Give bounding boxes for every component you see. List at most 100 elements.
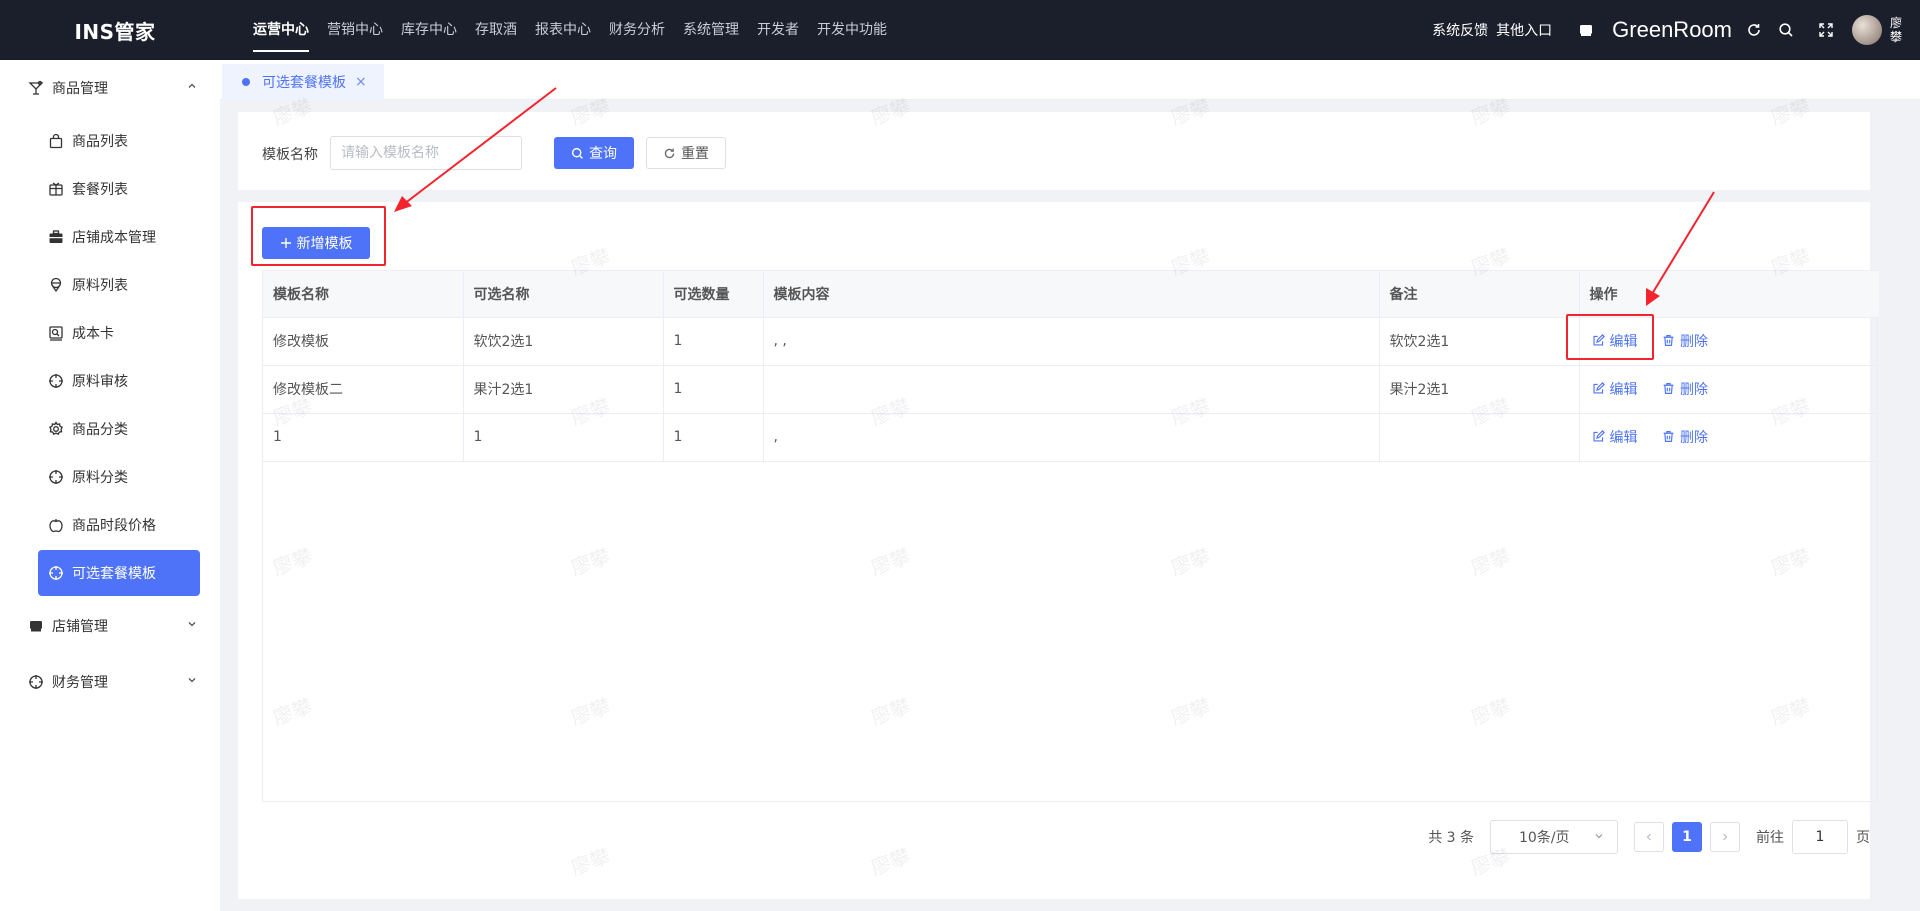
sidebar-item-label: 商品分类 bbox=[72, 422, 128, 438]
close-icon[interactable]: × bbox=[355, 74, 367, 90]
gift-box-icon bbox=[48, 181, 64, 197]
cell-template-name: 修改模板二 bbox=[263, 365, 464, 414]
table-row: 修改模板二 果汁2选1 1 果汁2选1 编辑 删除 bbox=[263, 365, 1879, 414]
goto-page-input[interactable] bbox=[1792, 820, 1848, 854]
chevron-up-icon bbox=[186, 80, 198, 96]
table-header-row: 模板名称 可选名称 可选数量 模板内容 备注 操作 bbox=[263, 271, 1879, 318]
query-button-label: 查询 bbox=[589, 146, 617, 162]
sidebar-item-store-cost-management[interactable]: 店铺成本管理 bbox=[38, 214, 200, 260]
sidebar-item-product-category[interactable]: 商品分类 bbox=[38, 406, 200, 452]
cell-actions: 编辑 删除 bbox=[1579, 413, 1879, 462]
cell-option-name: 软饮2选1 bbox=[463, 317, 664, 366]
sidebar-item-material-list[interactable]: 原料列表 bbox=[38, 262, 200, 308]
search-icon bbox=[571, 147, 584, 160]
topnav-item-in-development[interactable]: 开发中功能 bbox=[808, 0, 896, 60]
sidebar-item-label: 原料分类 bbox=[72, 470, 128, 486]
sidebar-group-store-management[interactable]: 店铺管理 bbox=[0, 598, 220, 654]
target-icon bbox=[48, 565, 64, 581]
search-icon[interactable] bbox=[1766, 10, 1806, 50]
topnav-item-system[interactable]: 系统管理 bbox=[674, 0, 748, 60]
delete-label: 删除 bbox=[1679, 381, 1708, 398]
column-header-option-name: 可选名称 bbox=[463, 271, 664, 318]
edit-icon bbox=[1592, 382, 1605, 395]
page-size-value: 10条/页 bbox=[1519, 830, 1570, 846]
reset-button[interactable]: 重置 bbox=[646, 137, 726, 169]
reset-button-label: 重置 bbox=[681, 146, 709, 162]
refresh-icon bbox=[663, 147, 676, 160]
sidebar-item-time-price[interactable]: 商品时段价格 bbox=[38, 502, 200, 548]
sidebar-item-cost-card[interactable]: 成本卡 bbox=[38, 310, 200, 356]
refresh-icon[interactable] bbox=[1742, 10, 1766, 50]
edit-label: 编辑 bbox=[1609, 333, 1638, 350]
sidebar-group-finance-management[interactable]: 财务管理 bbox=[0, 654, 220, 710]
topnav-item-operations[interactable]: 运营中心 bbox=[244, 0, 318, 60]
sidebar-group-label: 商品管理 bbox=[52, 81, 108, 97]
topnav-item-developer[interactable]: 开发者 bbox=[748, 0, 808, 60]
fullscreen-icon[interactable] bbox=[1806, 10, 1846, 50]
feedback-link[interactable]: 系统反馈 bbox=[1432, 20, 1488, 40]
column-header-actions: 操作 bbox=[1579, 271, 1879, 318]
cell-option-count: 1 bbox=[663, 365, 764, 414]
next-page-button[interactable] bbox=[1710, 822, 1740, 852]
topnav-item-marketing[interactable]: 营销中心 bbox=[318, 0, 392, 60]
app-logo[interactable]: INS管家 bbox=[0, 16, 230, 45]
card-icon bbox=[48, 325, 64, 341]
delete-button[interactable]: 删除 bbox=[1662, 331, 1708, 351]
delete-button[interactable]: 删除 bbox=[1662, 379, 1708, 399]
target-icon bbox=[28, 674, 44, 690]
user-name[interactable]: 廖攀 bbox=[1890, 16, 1904, 44]
template-table: 模板名称 可选名称 可选数量 模板内容 备注 操作 修改模板 软饮2选1 1 ,… bbox=[262, 270, 1879, 802]
edit-button[interactable]: 编辑 bbox=[1592, 427, 1638, 447]
sidebar-item-optional-package-template[interactable]: 可选套餐模板 bbox=[38, 550, 200, 596]
other-entry-link[interactable]: 其他入口 bbox=[1496, 20, 1552, 40]
topnav-item-reports[interactable]: 报表中心 bbox=[526, 0, 600, 60]
sidebar-item-package-list[interactable]: 套餐列表 bbox=[38, 166, 200, 212]
cell-actions: 编辑 删除 bbox=[1579, 365, 1879, 414]
cell-option-name: 1 bbox=[463, 413, 664, 462]
briefcase-icon bbox=[48, 229, 64, 245]
page-number-current[interactable]: 1 bbox=[1672, 822, 1702, 852]
store-switcher[interactable]: GreenRoom bbox=[1566, 10, 1732, 50]
cell-option-count: 1 bbox=[663, 413, 764, 462]
sidebar-item-material-category[interactable]: 原料分类 bbox=[38, 454, 200, 500]
edit-button[interactable]: 编辑 bbox=[1592, 331, 1638, 351]
sidebar: 商品管理 商品列表 套餐列表 店铺成本管理 原料列表 成本卡 原料审核 商品分类… bbox=[0, 60, 220, 911]
cell-template-content: , , bbox=[763, 317, 1380, 366]
chevron-down-icon bbox=[1593, 830, 1605, 846]
chevron-down-icon bbox=[186, 674, 198, 690]
page-unit-label: 页 bbox=[1856, 830, 1870, 846]
column-header-template-name: 模板名称 bbox=[263, 271, 464, 318]
add-template-label: 新增模板 bbox=[296, 236, 353, 252]
add-template-button[interactable]: 新增模板 bbox=[262, 227, 370, 259]
prev-page-button[interactable] bbox=[1634, 822, 1664, 852]
sidebar-item-label: 原料审核 bbox=[72, 374, 128, 390]
trash-icon bbox=[1662, 382, 1675, 395]
apple-icon bbox=[48, 517, 64, 533]
page-size-select[interactable]: 10条/页 bbox=[1490, 820, 1618, 854]
trash-icon bbox=[1662, 430, 1675, 443]
query-button[interactable]: 查询 bbox=[554, 137, 634, 169]
edit-button[interactable]: 编辑 bbox=[1592, 379, 1638, 399]
target-icon bbox=[48, 373, 64, 389]
delete-button[interactable]: 删除 bbox=[1662, 427, 1708, 447]
topnav-item-inventory[interactable]: 库存中心 bbox=[392, 0, 466, 60]
avatar[interactable] bbox=[1852, 15, 1882, 45]
column-header-option-count: 可选数量 bbox=[663, 271, 764, 318]
delete-label: 删除 bbox=[1679, 333, 1708, 350]
cell-remark bbox=[1379, 413, 1580, 462]
sidebar-item-product-list[interactable]: 商品列表 bbox=[38, 118, 200, 164]
content-panel: 新增模板 模板名称 可选名称 可选数量 模板内容 备注 操作 修改模板 软饮2选… bbox=[238, 202, 1879, 899]
shop-icon bbox=[28, 618, 44, 634]
edit-icon bbox=[1592, 430, 1605, 443]
sidebar-item-material-review[interactable]: 原料审核 bbox=[38, 358, 200, 404]
tab-optional-package-template[interactable]: 可选套餐模板 × bbox=[222, 64, 384, 100]
sidebar-group-product-management[interactable]: 商品管理 bbox=[0, 60, 220, 116]
template-name-input[interactable] bbox=[330, 136, 522, 170]
cell-template-name: 1 bbox=[263, 413, 464, 462]
chevron-left-icon bbox=[1646, 833, 1651, 841]
topnav-item-wine-storage[interactable]: 存取酒 bbox=[466, 0, 526, 60]
plus-icon bbox=[280, 237, 292, 249]
topnav-item-finance[interactable]: 财务分析 bbox=[600, 0, 674, 60]
column-header-remark: 备注 bbox=[1379, 271, 1580, 318]
cell-remark: 软饮2选1 bbox=[1379, 317, 1580, 366]
